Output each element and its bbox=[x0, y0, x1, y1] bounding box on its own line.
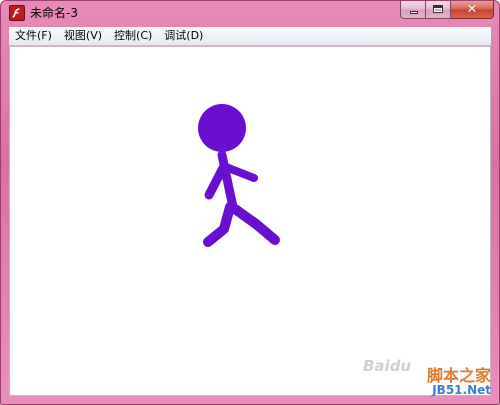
stick-figure-torso bbox=[217, 150, 238, 212]
close-button[interactable]: ✕ bbox=[451, 1, 494, 19]
stick-figure-left-arm bbox=[204, 163, 228, 200]
site-url: JB51.Net bbox=[432, 383, 491, 397]
stick-figure-right-leg bbox=[230, 204, 280, 245]
maximize-icon[interactable] bbox=[426, 1, 451, 19]
close-icon: ✕ bbox=[466, 2, 478, 17]
window-controls: ✕ bbox=[400, 1, 494, 20]
menu-view[interactable]: 视图(V) bbox=[58, 27, 108, 45]
player-window: 未命名-3 ✕ 文件(F) 视图(V) 控制(C) 调试(D) Baidu 脚本… bbox=[0, 0, 500, 405]
minimize-icon[interactable] bbox=[400, 1, 426, 19]
menu-bar: 文件(F) 视图(V) 控制(C) 调试(D) bbox=[9, 27, 491, 46]
site-watermark: 脚本之家 JB51.Net bbox=[399, 362, 491, 402]
flash-player-icon[interactable] bbox=[9, 5, 25, 21]
stick-figure bbox=[198, 104, 280, 247]
menu-debug[interactable]: 调试(D) bbox=[158, 27, 209, 45]
menu-file[interactable]: 文件(F) bbox=[9, 27, 58, 45]
window-title: 未命名-3 bbox=[30, 6, 78, 20]
title-bar[interactable]: 未命名-3 ✕ bbox=[1, 1, 499, 25]
stick-figure-head bbox=[198, 104, 246, 152]
animation-stage[interactable] bbox=[9, 46, 491, 396]
stick-figure-left-leg bbox=[203, 202, 235, 247]
menu-control[interactable]: 控制(C) bbox=[108, 27, 158, 45]
